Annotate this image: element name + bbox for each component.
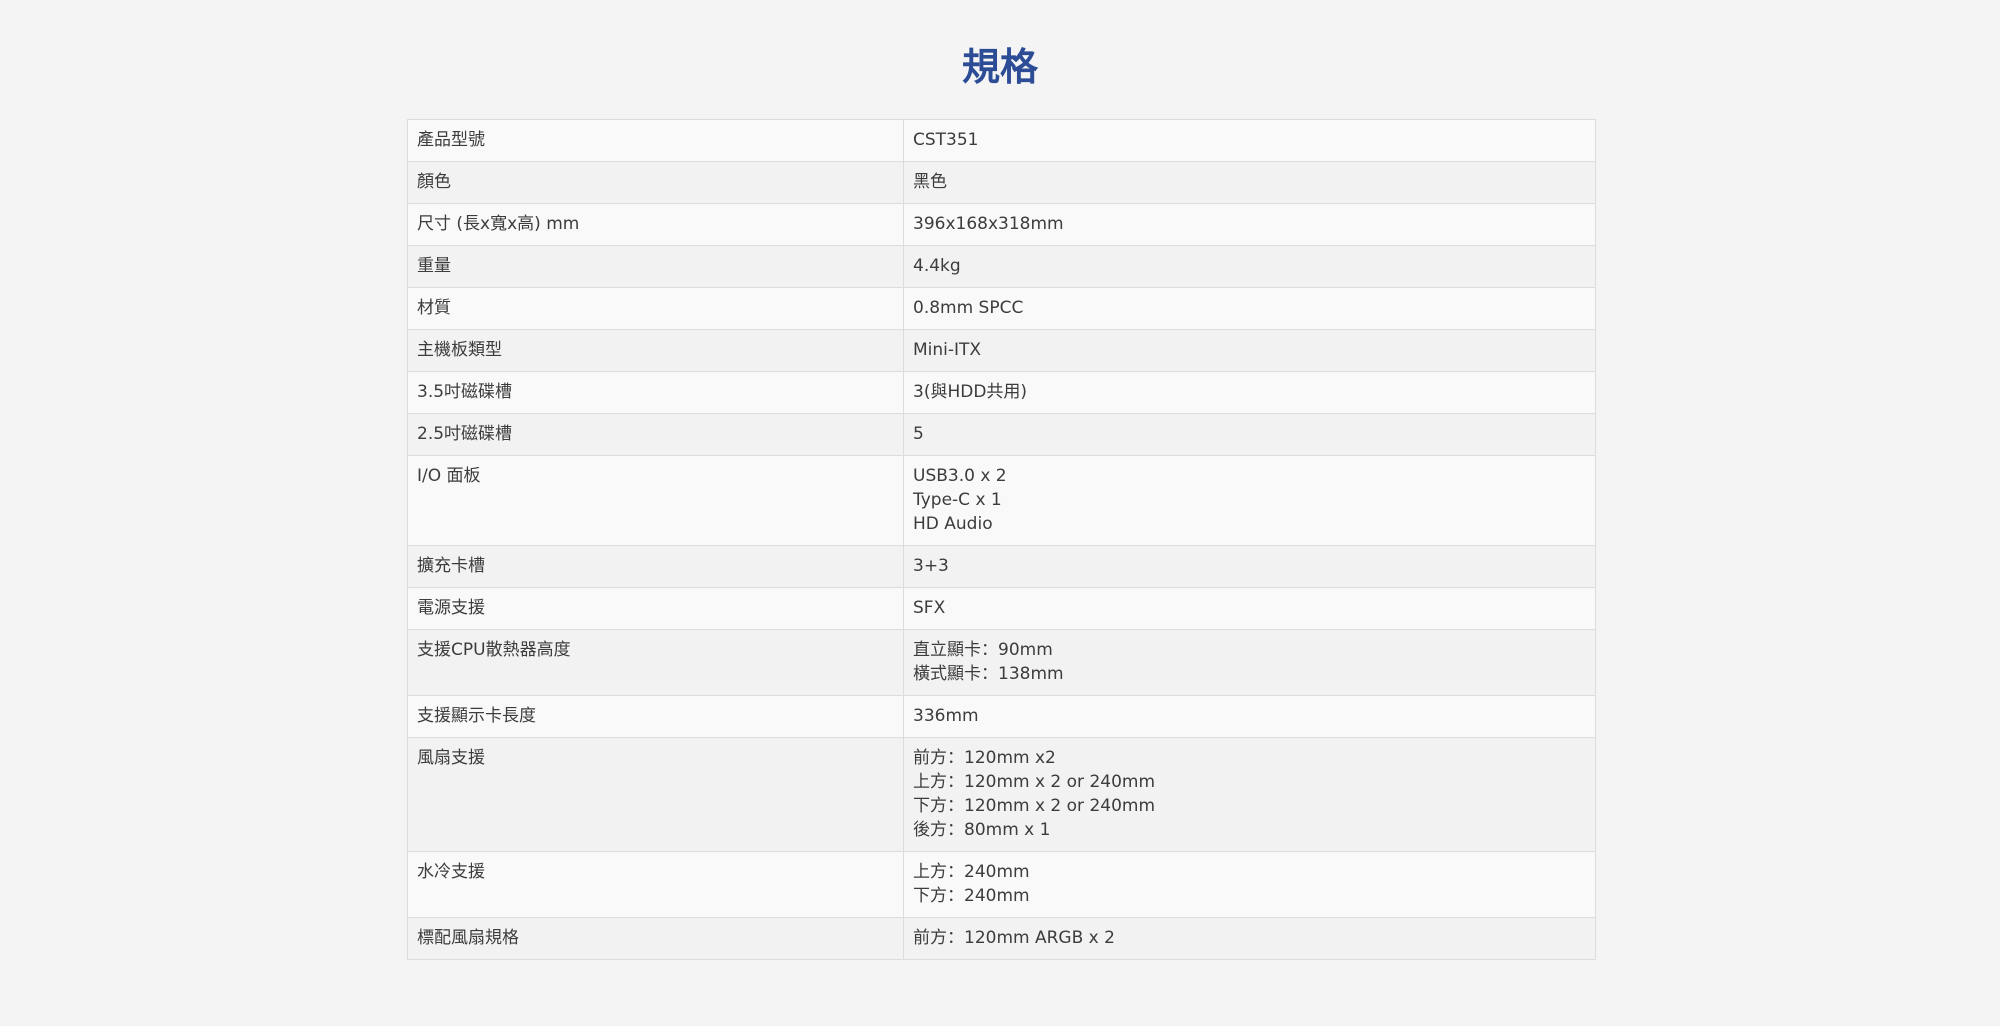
spec-value-line: 前方：120mm ARGB x 2 [913,928,1115,948]
spec-value-line: Type-C x 1 [913,490,1002,510]
spec-table: 產品型號 CST351 顏色 黑色 尺寸 (長x寬x高) mm 396x168x318mm… [407,119,1596,960]
page-title: 規格 [961,45,1038,89]
spec-label: 風扇支援 [407,737,904,852]
spec-label: 支援CPU散熱器高度 [407,629,904,696]
spec-value-line: 0.8mm SPCC [913,298,1024,318]
spec-label: 2.5吋磁碟槽 [407,413,904,456]
spec-row: 材質 0.8mm SPCC [407,287,1596,330]
spec-value: CST351 [903,119,1596,162]
spec-value-line: 5 [913,424,924,444]
spec-value-line: 橫式顯卡：138mm [913,664,1064,684]
spec-value-line: 4.4kg [913,256,961,276]
spec-row: 產品型號 CST351 [407,119,1596,162]
spec-value: Mini-ITX [903,329,1596,372]
spec-value: 0.8mm SPCC [903,287,1596,330]
spec-label: 材質 [407,287,904,330]
spec-row: 顏色 黑色 [407,161,1596,204]
spec-row: 主機板類型 Mini-ITX [407,329,1596,372]
spec-row: 電源支援 SFX [407,587,1596,630]
spec-row: 尺寸 (長x寬x高) mm 396x168x318mm [407,203,1596,246]
spec-value-line: 3+3 [913,556,949,576]
spec-value: USB3.0 x 2 Type-C x 1 HD Audio [903,455,1596,546]
spec-row: 2.5吋磁碟槽 5 [407,413,1596,456]
spec-value: 5 [903,413,1596,456]
spec-value-line: 3(與HDD共用) [913,382,1028,402]
spec-value-line: 黑色 [913,172,947,192]
spec-value: 直立顯卡：90mm 橫式顯卡：138mm [903,629,1596,696]
spec-row: 標配風扇規格 前方：120mm ARGB x 2 [407,917,1596,960]
spec-value: 3(與HDD共用) [903,371,1596,414]
spec-value-line: 336mm [913,706,979,726]
spec-value: 396x168x318mm [903,203,1596,246]
spec-value: 3+3 [903,545,1596,588]
spec-value: 336mm [903,695,1596,738]
spec-value-line: SFX [913,598,946,618]
spec-value-line: 下方：240mm [913,886,1030,906]
spec-label: 重量 [407,245,904,288]
spec-label: 尺寸 (長x寬x高) mm [407,203,904,246]
spec-label: I/O 面板 [407,455,904,546]
spec-value-line: USB3.0 x 2 [913,466,1007,486]
spec-label: 產品型號 [407,119,904,162]
spec-label: 3.5吋磁碟槽 [407,371,904,414]
spec-label: 電源支援 [407,587,904,630]
spec-label: 擴充卡槽 [407,545,904,588]
spec-value-line: CST351 [913,130,979,150]
spec-table-body: 產品型號 CST351 顏色 黑色 尺寸 (長x寬x高) mm 396x168x318mm… [407,119,1596,960]
spec-value-line: 上方：120mm x 2 or 240mm [913,772,1156,792]
spec-label: 支援顯示卡長度 [407,695,904,738]
spec-row: 重量 4.4kg [407,245,1596,288]
spec-value: 黑色 [903,161,1596,204]
spec-value: 4.4kg [903,245,1596,288]
spec-value: SFX [903,587,1596,630]
spec-label: 主機板類型 [407,329,904,372]
spec-value-line: 下方：120mm x 2 or 240mm [913,796,1156,816]
spec-value-line: 396x168x318mm [913,214,1064,234]
spec-row: 支援顯示卡長度 336mm [407,695,1596,738]
spec-row: 3.5吋磁碟槽 3(與HDD共用) [407,371,1596,414]
spec-value-line: Mini-ITX [913,340,982,360]
spec-row: 水冷支援 上方：240mm 下方：240mm [407,851,1596,918]
spec-row: 風扇支援 前方：120mm x2 上方：120mm x 2 or 240mm 下方：1… [407,737,1596,852]
spec-value-line: HD Audio [913,514,993,534]
spec-row: 擴充卡槽 3+3 [407,545,1596,588]
spec-value-line: 上方：240mm [913,862,1030,882]
spec-row: 支援CPU散熱器高度 直立顯卡：90mm 橫式顯卡：138mm [407,629,1596,696]
spec-value-line: 直立顯卡：90mm [913,640,1053,660]
spec-value: 前方：120mm x2 上方：120mm x 2 or 240mm 下方：120mm… [903,737,1596,852]
spec-value: 前方：120mm ARGB x 2 [903,917,1596,960]
spec-label: 顏色 [407,161,904,204]
spec-value-line: 前方：120mm x2 [913,748,1056,768]
spec-value-line: 後方：80mm x 1 [913,820,1051,840]
spec-row: I/O 面板 USB3.0 x 2 Type-C x 1 HD Audio [407,455,1596,546]
spec-label: 標配風扇規格 [407,917,904,960]
spec-label: 水冷支援 [407,851,904,918]
spec-value: 上方：240mm 下方：240mm [903,851,1596,918]
